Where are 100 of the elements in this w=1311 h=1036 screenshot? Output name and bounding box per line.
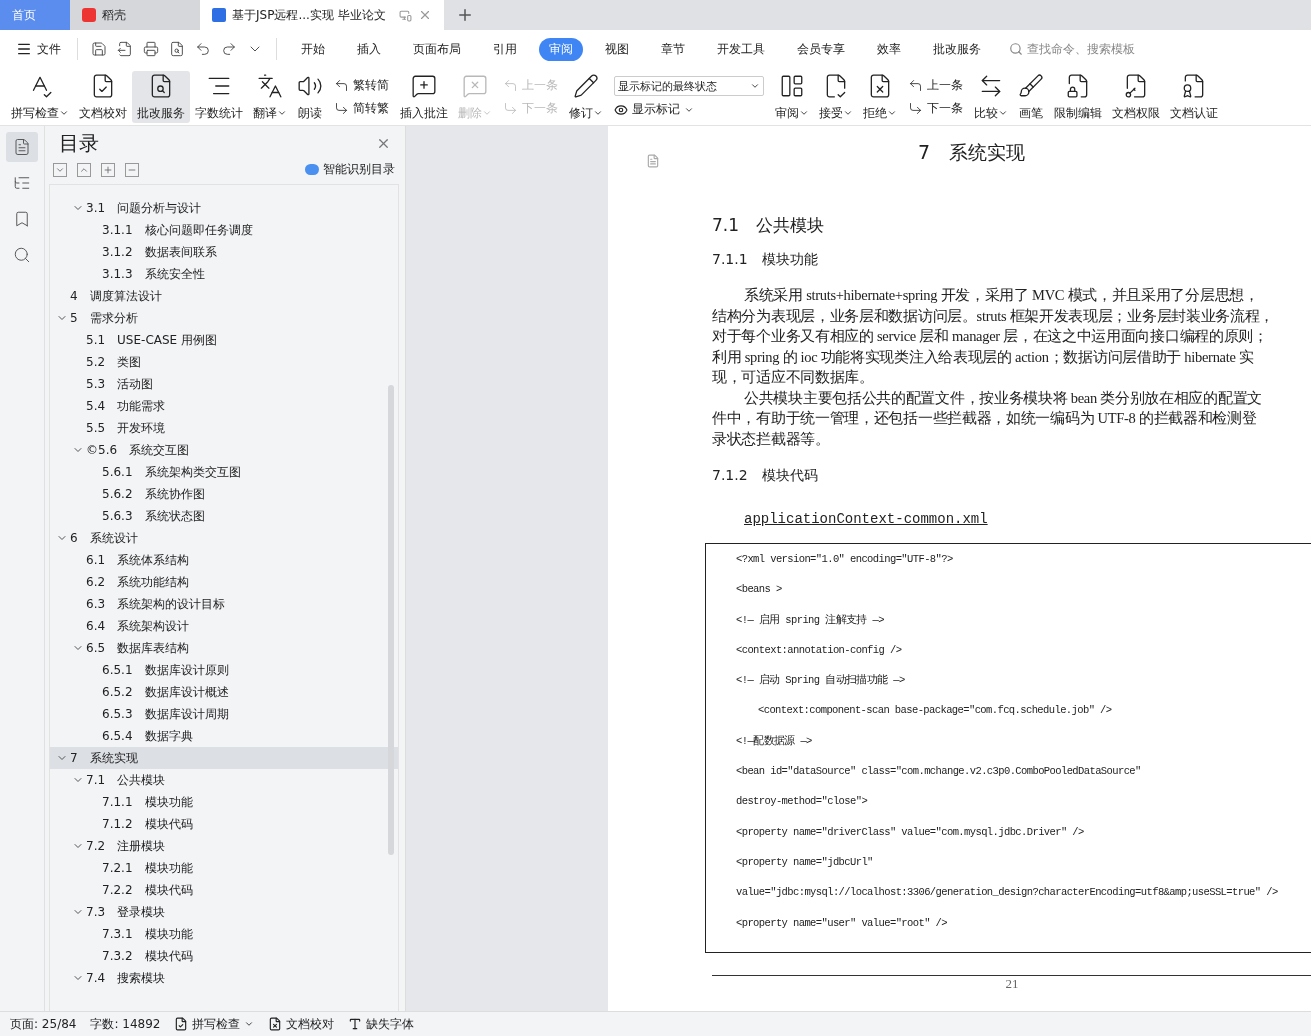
ribbon-button[interactable]: 批改服务 bbox=[132, 70, 190, 123]
toc-item[interactable]: 3.1 问题分析与设计 bbox=[50, 197, 398, 219]
toc-item[interactable]: 6.5.2 数据库设计概述 bbox=[50, 681, 398, 703]
menu-tab[interactable]: 开始 bbox=[291, 37, 335, 61]
sidebar-button[interactable] bbox=[6, 132, 38, 162]
close-icon[interactable] bbox=[376, 136, 391, 151]
ribbon-button[interactable]: 审阅 bbox=[770, 70, 814, 123]
smart-toc-button[interactable]: 智能识别目录 bbox=[305, 161, 395, 178]
preview-icon[interactable] bbox=[169, 41, 185, 57]
ribbon-button[interactable]: 显示标记 bbox=[614, 102, 764, 117]
markup-dropdown[interactable]: 显示标记的最终状态 bbox=[614, 76, 764, 96]
toc-item[interactable]: 6.5.3 数据库设计周期 bbox=[50, 703, 398, 725]
remove-level-button[interactable] bbox=[125, 162, 139, 177]
toc-item[interactable]: 3.1.3 系统安全性 bbox=[50, 263, 398, 285]
ribbon-button[interactable]: 拼写检查 bbox=[6, 70, 74, 123]
menu-tab[interactable]: 审阅 bbox=[539, 37, 583, 61]
toc-item[interactable]: 3.1.1 核心问题即任务调度 bbox=[50, 219, 398, 241]
word-count[interactable]: 字数: 14892 bbox=[90, 1015, 161, 1033]
toc-item[interactable]: 7 系统实现 bbox=[50, 747, 398, 769]
toc-item[interactable]: 6.5 数据库表结构 bbox=[50, 637, 398, 659]
save-icon[interactable] bbox=[91, 41, 107, 57]
toc-item[interactable]: 6.2 系统功能结构 bbox=[50, 571, 398, 593]
expand-button[interactable] bbox=[53, 162, 67, 177]
toc-item[interactable]: 6.5.4 数据字典 bbox=[50, 725, 398, 747]
redo-icon[interactable] bbox=[221, 41, 237, 57]
ribbon-button[interactable]: 文档校对 bbox=[74, 70, 132, 123]
arrow-up-icon bbox=[503, 77, 518, 93]
ribbon-button[interactable]: 接受 bbox=[814, 70, 858, 123]
close-icon[interactable] bbox=[418, 8, 432, 22]
menu-tab[interactable]: 开发工具 bbox=[707, 37, 775, 61]
caret-icon bbox=[799, 108, 809, 118]
ribbon-button[interactable]: 文档认证 bbox=[1165, 70, 1223, 123]
page-count[interactable]: 页面: 25/84 bbox=[10, 1015, 77, 1033]
undo-icon[interactable] bbox=[195, 41, 211, 57]
monitor-icon[interactable] bbox=[399, 8, 412, 22]
document-icon[interactable] bbox=[646, 154, 660, 168]
toc-item[interactable]: 7.3 登录模块 bbox=[50, 901, 398, 923]
toc-item[interactable]: ©5.6 系统交互图 bbox=[50, 439, 398, 461]
ribbon-button[interactable]: 朗读 bbox=[292, 70, 328, 123]
menu-tab[interactable]: 会员专享 bbox=[787, 37, 855, 61]
toc-item[interactable]: 5.6.2 系统协作图 bbox=[50, 483, 398, 505]
toc-item[interactable]: 5.6.1 系统架构类交互图 bbox=[50, 461, 398, 483]
toc-item[interactable]: 5.3 活动图 bbox=[50, 373, 398, 395]
toc-item[interactable]: 5.1 USE-CASE 用例图 bbox=[50, 329, 398, 351]
spell-check-button[interactable]: 拼写检查 bbox=[174, 1015, 255, 1033]
menu-tab[interactable]: 页面布局 bbox=[403, 37, 471, 61]
window-tab[interactable]: 稻壳 bbox=[70, 0, 200, 30]
toc-item[interactable]: 5.2 类图 bbox=[50, 351, 398, 373]
ribbon-button[interactable]: 文档权限 bbox=[1107, 70, 1165, 123]
print-icon[interactable] bbox=[143, 41, 159, 57]
toc-item[interactable]: 5.4 功能需求 bbox=[50, 395, 398, 417]
menu-tab[interactable]: 批改服务 bbox=[923, 37, 991, 61]
window-tab[interactable]: 基于JSP远程...实现 毕业论文 bbox=[200, 0, 444, 30]
toc-item[interactable]: 7.4 搜索模块 bbox=[50, 967, 398, 989]
toc-item[interactable]: 7.1 公共模块 bbox=[50, 769, 398, 791]
ribbon-button[interactable]: 字数统计 bbox=[190, 70, 248, 123]
proofread-button[interactable]: 文档校对 bbox=[268, 1015, 335, 1033]
toc-item[interactable]: 7.3.2 模块代码 bbox=[50, 945, 398, 967]
ribbon-button[interactable]: 插入批注 bbox=[395, 70, 453, 123]
toc-item[interactable]: 5.6.3 系统状态图 bbox=[50, 505, 398, 527]
file-menu[interactable]: 文件 bbox=[10, 40, 67, 58]
ribbon-button[interactable]: 翻译 bbox=[248, 70, 292, 123]
ribbon-button[interactable]: 拒绝 bbox=[858, 70, 902, 123]
toc-item[interactable]: 5.5 开发环境 bbox=[50, 417, 398, 439]
toc-item[interactable]: 6.4 系统架构设计 bbox=[50, 615, 398, 637]
new-tab-icon[interactable] bbox=[456, 6, 474, 24]
toc-item[interactable]: 3.1.2 数据表间联系 bbox=[50, 241, 398, 263]
menu-tab[interactable]: 效率 bbox=[867, 37, 911, 61]
menu-tab[interactable]: 视图 bbox=[595, 37, 639, 61]
ribbon-button[interactable]: 简转繁 bbox=[334, 100, 389, 116]
command-search[interactable]: 查找命令、搜索模板 bbox=[1009, 40, 1135, 58]
ribbon-button[interactable]: 画笔 bbox=[1013, 70, 1049, 123]
toc-item[interactable]: 7.2.1 模块功能 bbox=[50, 857, 398, 879]
toc-item[interactable]: 6.3 系统架构的设计目标 bbox=[50, 593, 398, 615]
scrollbar[interactable] bbox=[388, 385, 394, 855]
collapse-button[interactable] bbox=[77, 162, 91, 177]
toc-item[interactable]: 7.1.2 模块代码 bbox=[50, 813, 398, 835]
ribbon-button[interactable]: 比较 bbox=[969, 70, 1013, 123]
code-line: <context:component-scan base-package="com.fcq.schedule.job" /> bbox=[757, 703, 1113, 719]
menu-tab[interactable]: 章节 bbox=[651, 37, 695, 61]
toc-item[interactable]: 7.2.2 模块代码 bbox=[50, 879, 398, 901]
toc-item[interactable]: 6.1 系统体系结构 bbox=[50, 549, 398, 571]
menu-tab[interactable]: 引用 bbox=[483, 37, 527, 61]
ribbon-button[interactable]: 限制编辑 bbox=[1049, 70, 1107, 123]
menu-tab[interactable]: 插入 bbox=[347, 37, 391, 61]
missing-fonts-button[interactable]: 缺失字体 bbox=[348, 1015, 415, 1033]
code-line: <?xml version="1.0" encoding="UTF-8"?> bbox=[736, 552, 954, 567]
toc-item[interactable]: 7.3.1 模块功能 bbox=[50, 923, 398, 945]
ribbon-button[interactable]: 修订 bbox=[564, 70, 608, 123]
export-icon[interactable] bbox=[117, 41, 133, 57]
toc-item[interactable]: 7.1.1 模块功能 bbox=[50, 791, 398, 813]
ribbon-button[interactable]: 上一条 bbox=[908, 77, 963, 93]
ribbon-button[interactable]: 繁转简 bbox=[334, 77, 389, 93]
toc-item[interactable]: 4 调度算法设计 bbox=[50, 285, 398, 307]
add-level-button[interactable] bbox=[101, 162, 115, 177]
toc-item[interactable]: 7.2 注册模块 bbox=[50, 835, 398, 857]
toc-item[interactable]: 6.5.1 数据库设计原则 bbox=[50, 659, 398, 681]
ribbon-button[interactable]: 下一条 bbox=[908, 100, 963, 116]
toc-item[interactable]: 5 需求分析 bbox=[50, 307, 398, 329]
toc-item[interactable]: 6 系统设计 bbox=[50, 527, 398, 549]
